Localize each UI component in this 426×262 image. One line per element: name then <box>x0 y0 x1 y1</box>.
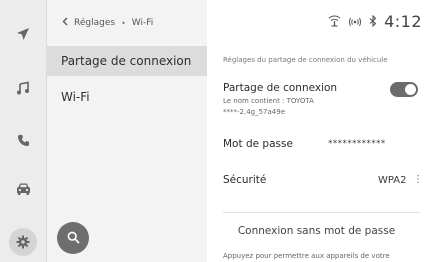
menu-item-label: Partage de connexion <box>61 54 192 68</box>
toggle-knob <box>405 84 416 95</box>
car-icon <box>16 182 31 195</box>
search-button[interactable] <box>57 222 89 254</box>
menu-item-partage-de-connexion[interactable]: Partage de connexion <box>47 46 207 76</box>
security-label: Sécurité <box>223 174 267 186</box>
security-value: WPA2 <box>378 175 407 186</box>
navigation-arrow-icon <box>16 27 30 41</box>
hotspot-name-info: Le nom contient : TOYOTA <box>223 97 314 105</box>
password-label: Mot de passe <box>223 138 293 150</box>
side-rail <box>0 0 47 262</box>
active-indicator <box>9 228 37 256</box>
hotspot-icon <box>348 12 362 31</box>
settings-menu-panel: Réglages • Wi-Fi Partage de connexion Wi… <box>47 0 207 262</box>
rail-music-button[interactable] <box>0 68 46 108</box>
breadcrumb-back-link[interactable]: Réglages <box>74 18 115 28</box>
passwordless-description: Appuyez pour permettre aux appareils de … <box>223 252 390 260</box>
password-value: ************ <box>328 139 386 149</box>
rail-navigation-button[interactable] <box>0 14 46 54</box>
rail-settings-button[interactable] <box>0 222 46 262</box>
hotspot-ssid: ****-2.4g_57a49e <box>223 108 286 116</box>
breadcrumb-current: Wi-Fi <box>131 18 154 28</box>
signal-icon <box>328 12 341 31</box>
phone-icon <box>17 134 30 147</box>
hotspot-sharing-title: Partage de connexion <box>223 82 338 94</box>
rail-phone-button[interactable] <box>0 120 46 160</box>
menu-item-wifi[interactable]: Wi-Fi <box>47 82 207 112</box>
clock: 4:12 <box>384 11 422 31</box>
section-divider <box>223 212 420 213</box>
detail-panel: 4:12 Réglages du partage de connexion du… <box>207 0 426 262</box>
gear-icon <box>16 235 30 249</box>
more-options-icon[interactable]: ⋮ <box>413 174 423 185</box>
breadcrumb: Réglages • Wi-Fi <box>62 13 153 33</box>
bluetooth-icon <box>369 12 377 31</box>
breadcrumb-separator: • <box>121 18 126 28</box>
back-chevron-icon[interactable] <box>62 17 68 29</box>
hotspot-toggle[interactable] <box>390 82 418 97</box>
rail-car-button[interactable] <box>0 168 46 208</box>
music-note-icon <box>16 81 30 95</box>
passwordless-connection-title[interactable]: Connexion sans mot de passe <box>207 225 426 237</box>
section-caption: Réglages du partage de connexion du véhi… <box>223 56 388 64</box>
search-icon <box>67 229 80 248</box>
status-bar: 4:12 <box>328 9 422 33</box>
menu-item-label: Wi-Fi <box>61 90 90 104</box>
